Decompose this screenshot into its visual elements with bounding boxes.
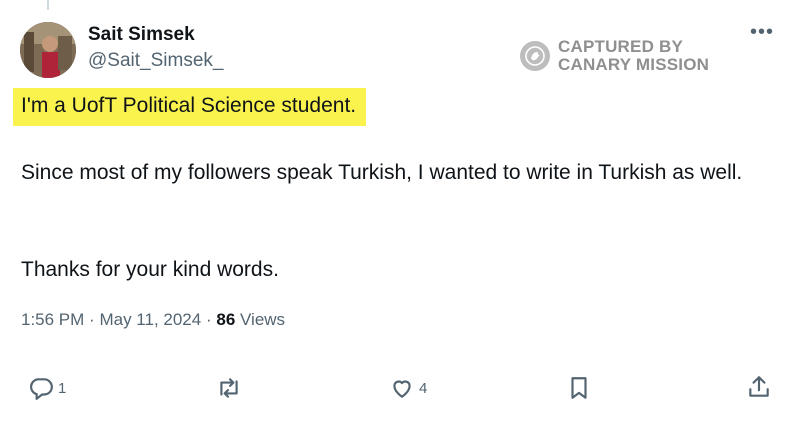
- tweet-date[interactable]: May 11, 2024: [99, 310, 201, 329]
- like-icon: [393, 380, 411, 398]
- like-count: 4: [419, 379, 428, 397]
- thread-line: [47, 0, 49, 10]
- retweet-icon: [220, 378, 238, 398]
- author-name[interactable]: Sait Simsek: [88, 24, 195, 46]
- tweet-time[interactable]: 1:56 PM: [21, 310, 84, 329]
- reply-count: 1: [58, 379, 67, 397]
- canary-mission-watermark: CAPTURED BY CANARY MISSION: [520, 38, 709, 74]
- tweet-paragraph: Thanks for your kind words.: [21, 258, 279, 281]
- tweet-paragraph: Since most of my followers speak Turkish…: [21, 161, 743, 184]
- reply-button[interactable]: 1: [28, 375, 66, 401]
- reply-icon: [30, 378, 53, 400]
- share-icon: [749, 376, 769, 397]
- watermark-line2: CANARY MISSION: [558, 55, 710, 74]
- like-button[interactable]: 4: [389, 375, 427, 401]
- views-label: Views: [240, 310, 286, 329]
- meta-separator: ·: [205, 310, 212, 329]
- more-options-button[interactable]: •••: [750, 22, 774, 42]
- action-bar: 1 4: [0, 371, 800, 403]
- canary-mission-icon: [520, 41, 550, 71]
- bookmark-button[interactable]: [566, 375, 592, 401]
- tweet-meta: 1:56 PM · May 11, 2024 · 86 Views: [21, 309, 285, 331]
- share-button[interactable]: [746, 374, 772, 400]
- author-handle[interactable]: @Sait_Simsek_: [88, 50, 223, 72]
- retweet-button[interactable]: [216, 375, 242, 401]
- meta-separator: ·: [89, 310, 95, 329]
- highlighted-tweet-text: I'm a UofT Political Science student.: [13, 88, 367, 126]
- watermark-line1: CAPTURED BY: [558, 37, 683, 56]
- avatar[interactable]: [20, 22, 76, 78]
- bookmark-icon: [571, 377, 587, 399]
- views-count: 86: [216, 310, 236, 329]
